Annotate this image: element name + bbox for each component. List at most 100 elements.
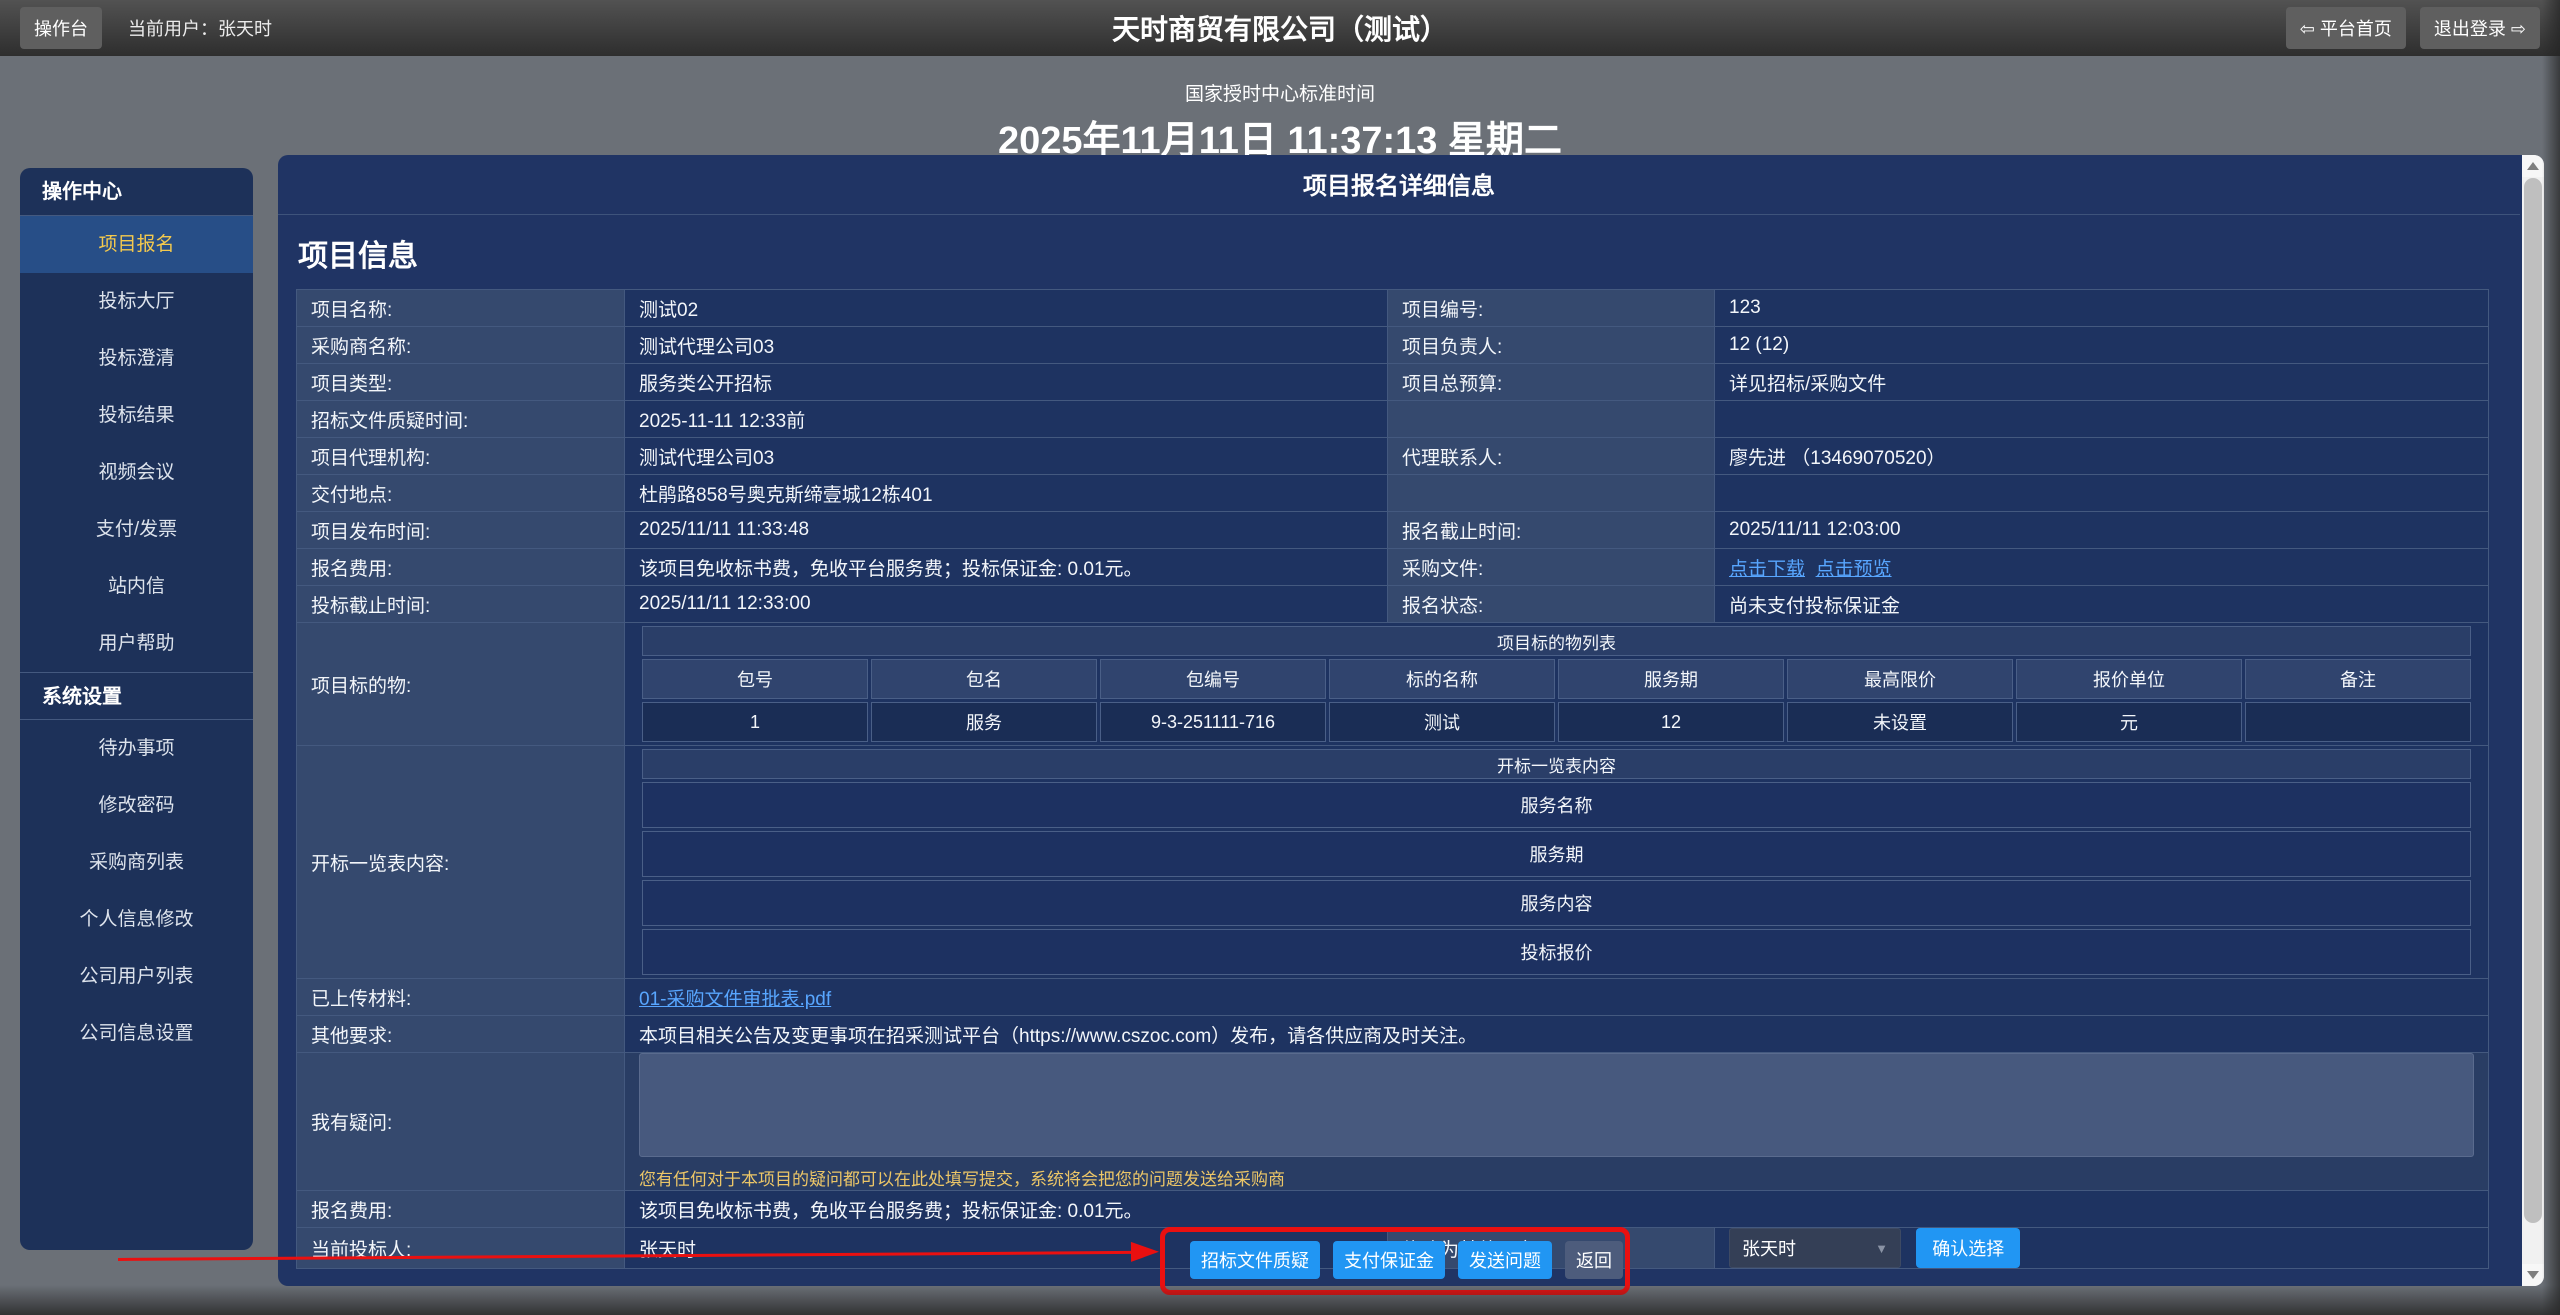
bidform-table: 开标一览表内容 服务名称 服务期 服务内容 投标报价 <box>639 746 2474 978</box>
download-link[interactable]: 点击下载 <box>1729 559 1805 580</box>
field-label: 当前投标人: <box>297 1228 625 1269</box>
sidebar-item-bid-result[interactable]: 投标结果 <box>20 387 253 444</box>
field-label: 招标文件质疑时间: <box>297 401 625 438</box>
bidform-title-row: 开标一览表内容 <box>642 749 2471 779</box>
field-value: 点击下载 点击预览 <box>1715 549 2489 586</box>
bidform-title: 开标一览表内容 <box>642 749 2471 779</box>
challenge-button[interactable]: 招标文件质疑 <box>1190 1241 1320 1279</box>
field-label: 项目类型: <box>297 364 625 401</box>
field-value: 2025/11/11 12:03:00 <box>1715 512 2489 549</box>
sidebar-item-todo[interactable]: 待办事项 <box>20 720 253 777</box>
console-button[interactable]: 操作台 <box>20 7 102 49</box>
confirm-select-button[interactable]: 确认选择 <box>1916 1228 2020 1268</box>
table-row: 其他要求: 本项目相关公告及变更事项在招采测试平台（https://www.cs… <box>297 1016 2489 1053</box>
field-label: 报名费用: <box>297 1191 625 1228</box>
field-label: 开标一览表内容: <box>297 746 625 979</box>
field-label: 交付地点: <box>297 475 625 512</box>
col-header: 备注 <box>2245 659 2471 699</box>
sidebar-item-project-signup[interactable]: 项目报名 <box>20 216 253 273</box>
subjects-cell: 项目标的物列表 包号 包名 包编号 标的名称 服务期 最高限价 报价单位 备注 <box>625 623 2489 746</box>
field-value: 123 <box>1715 290 2489 327</box>
scrollbar-down-button[interactable] <box>2522 1264 2544 1286</box>
cell: 未设置 <box>1787 702 2013 742</box>
cell <box>2245 702 2471 742</box>
sidebar-item-pay-invoice[interactable]: 支付/发票 <box>20 501 253 558</box>
clock-section: 国家授时中心标准时间 2025年11月11日 11:37:13 星期二 <box>0 56 2560 156</box>
cell: 12 <box>1558 702 1784 742</box>
cell: 服务内容 <box>642 880 2471 926</box>
pay-deposit-button[interactable]: 支付保证金 <box>1333 1241 1445 1279</box>
sidebar-header-settings: 系统设置 <box>20 672 253 720</box>
field-label: 报名费用: <box>297 549 625 586</box>
user-select-value: 张天时 <box>1742 1235 1796 1261</box>
back-button[interactable]: 返回 <box>1565 1241 1623 1279</box>
field-label: 已上传材料: <box>297 979 625 1016</box>
scrollbar-thumb[interactable] <box>2524 178 2542 1223</box>
sidebar-header-operations: 操作中心 <box>20 168 253 216</box>
sidebar-item-change-password[interactable]: 修改密码 <box>20 777 253 834</box>
fee-notice: 该项目免收标书费，免收平台服务费；投标保证金: 0.01元。 <box>625 549 1388 586</box>
sidebar-item-site-message[interactable]: 站内信 <box>20 558 253 615</box>
send-question-button[interactable]: 发送问题 <box>1458 1241 1552 1279</box>
cell: 服务期 <box>642 831 2471 877</box>
field-value <box>1715 401 2489 438</box>
clock-caption: 国家授时中心标准时间 <box>0 56 2560 106</box>
sidebar: 操作中心 项目报名 投标大厅 投标澄清 投标结果 视频会议 支付/发票 站内信 … <box>20 168 253 1250</box>
sidebar-item-video-meeting[interactable]: 视频会议 <box>20 444 253 501</box>
field-label: 项目总预算: <box>1388 364 1715 401</box>
subjects-data-row: 1 服务 9-3-251111-716 测试 12 未设置 元 <box>642 702 2471 742</box>
field-value: 服务类公开招标 <box>625 364 1388 401</box>
field-label <box>1388 401 1715 438</box>
preview-link[interactable]: 点击预览 <box>1816 559 1892 580</box>
col-header: 包编号 <box>1100 659 1326 699</box>
field-label: 报名状态: <box>1388 586 1715 623</box>
uploaded-file-link[interactable]: 01-采购文件审批表.pdf <box>639 989 831 1010</box>
field-label: 投标截止时间: <box>297 586 625 623</box>
field-label: 采购商名称: <box>297 327 625 364</box>
question-hint: 您有任何对于本项目的疑问都可以在此处填写提交，系统将会把您的问题发送给采购商 <box>639 1165 2474 1190</box>
col-header: 包名 <box>871 659 1097 699</box>
main-panel: 项目报名详细信息 项目信息 项目名称: 测试02 项目编号: 123 采购商名称… <box>278 155 2544 1286</box>
logout-label: 退出登录 <box>2434 19 2506 39</box>
sidebar-section-operations: 操作中心 项目报名 投标大厅 投标澄清 投标结果 视频会议 支付/发票 站内信 … <box>20 168 253 672</box>
field-value <box>1715 475 2489 512</box>
right-arrow-icon: ⇨ <box>2511 19 2526 39</box>
field-label: 采购文件: <box>1388 549 1715 586</box>
cell: 元 <box>2016 702 2242 742</box>
field-label: 项目负责人: <box>1388 327 1715 364</box>
field-value: 测试代理公司03 <box>625 438 1388 475</box>
field-label: 我有疑问: <box>297 1053 625 1191</box>
sidebar-item-user-help[interactable]: 用户帮助 <box>20 615 253 672</box>
table-row: 采购商名称: 测试代理公司03 项目负责人: 12 (12) <box>297 327 2489 364</box>
scrollbar-up-button[interactable] <box>2522 155 2544 177</box>
field-label: 代理联系人: <box>1388 438 1715 475</box>
table-row: 项目代理机构: 测试代理公司03 代理联系人: 廖先进 （13469070520… <box>297 438 2489 475</box>
sidebar-item-personal-info[interactable]: 个人信息修改 <box>20 891 253 948</box>
current-user-label: 当前用户：张天时 <box>128 15 272 41</box>
logout-button[interactable]: 退出登录 ⇨ <box>2420 7 2540 49</box>
field-label: 其他要求: <box>297 1016 625 1053</box>
field-label: 项目名称: <box>297 290 625 327</box>
cell: 9-3-251111-716 <box>1100 702 1326 742</box>
table-row: 项目类型: 服务类公开招标 项目总预算: 详见招标/采购文件 <box>297 364 2489 401</box>
field-label <box>1388 475 1715 512</box>
topbar-right: ⇦ 平台首页 退出登录 ⇨ <box>2286 7 2540 49</box>
platform-home-label: 平台首页 <box>2320 19 2392 39</box>
sidebar-item-company-settings[interactable]: 公司信息设置 <box>20 1005 253 1062</box>
up-arrow-icon <box>2527 162 2539 170</box>
action-bar: 招标文件质疑 支付保证金 发送问题 返回 <box>1190 1241 1623 1279</box>
left-arrow-icon: ⇦ <box>2300 19 2315 39</box>
table-row-question: 我有疑问: 您有任何对于本项目的疑问都可以在此处填写提交，系统将会把您的问题发送… <box>297 1053 2489 1191</box>
col-header: 服务期 <box>1558 659 1784 699</box>
question-textarea[interactable] <box>639 1053 2474 1157</box>
sidebar-item-company-users[interactable]: 公司用户列表 <box>20 948 253 1005</box>
table-row: 报名费用: 该项目免收标书费，免收平台服务费；投标保证金: 0.01元。 采购文… <box>297 549 2489 586</box>
sidebar-item-bid-clarify[interactable]: 投标澄清 <box>20 330 253 387</box>
platform-home-button[interactable]: ⇦ 平台首页 <box>2286 7 2406 49</box>
user-select[interactable]: 张天时 ▼ <box>1729 1228 1901 1268</box>
field-label: 项目代理机构: <box>297 438 625 475</box>
subjects-title: 项目标的物列表 <box>642 626 2471 656</box>
sidebar-item-buyer-list[interactable]: 采购商列表 <box>20 834 253 891</box>
scrollbar[interactable] <box>2522 155 2544 1286</box>
sidebar-item-bid-hall[interactable]: 投标大厅 <box>20 273 253 330</box>
